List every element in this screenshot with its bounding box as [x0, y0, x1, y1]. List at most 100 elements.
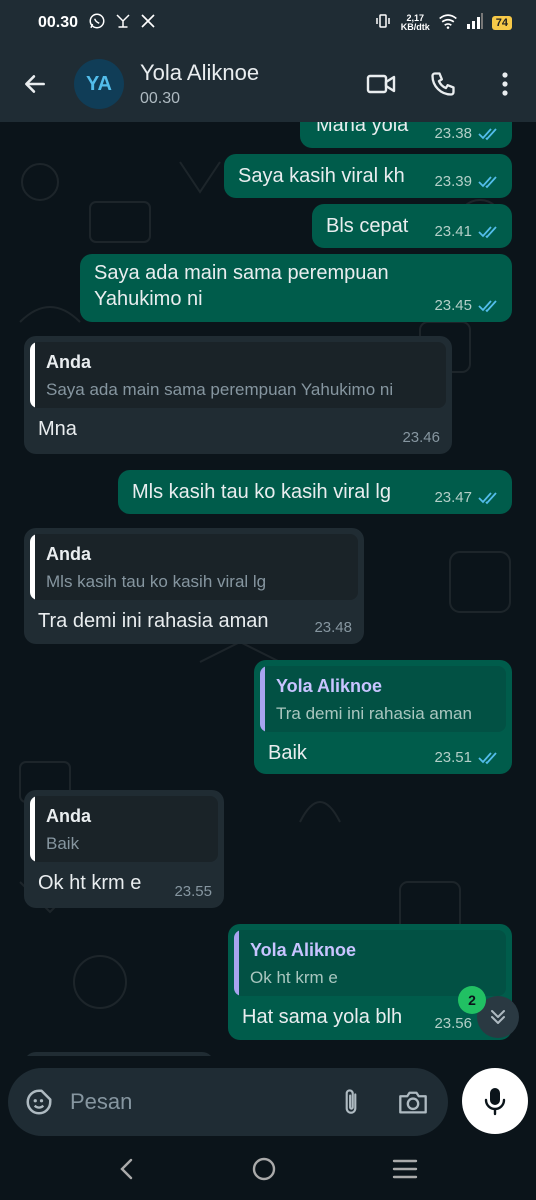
sticker-icon — [26, 1089, 52, 1115]
message-time: 23.55 — [174, 883, 212, 900]
message-time: 23.39 — [434, 173, 472, 190]
quoted-message[interactable]: Yola Aliknoe Ok ht krm e — [234, 930, 506, 996]
camera-button[interactable] — [382, 1089, 444, 1115]
message-bubble-outgoing[interactable]: Saya ada main sama perempuan Yahukimo ni… — [80, 254, 512, 322]
contact-name: Yola Aliknoe — [140, 60, 260, 85]
quote-bar — [234, 930, 239, 996]
chat-header: YA Yola Aliknoe 00.30 — [0, 46, 536, 122]
double-check-icon — [478, 127, 497, 140]
message-text: Bls cepat — [326, 215, 409, 237]
message-bubble-outgoing[interactable]: Saya kasih viral kh 23.39 — [224, 154, 512, 198]
status-bar: 00.30 2,17 KB/dtk 74 — [0, 0, 536, 46]
vibrate-icon — [373, 12, 393, 35]
message-time: 23.46 — [402, 429, 440, 446]
quote-text: Mls kasih tau ko kasih viral lg — [46, 572, 267, 591]
contact-info[interactable]: Yola Aliknoe 00.30 — [140, 60, 259, 108]
quoted-message[interactable]: Anda Baik — [30, 796, 218, 862]
video-call-button[interactable] — [350, 53, 412, 115]
message-input[interactable] — [70, 1089, 320, 1115]
quote-text: Baik — [46, 834, 80, 853]
message-meta: 23.46 — [402, 429, 440, 446]
back-arrow-icon — [25, 75, 45, 93]
battery-indicator: 74 — [491, 16, 512, 30]
message-bubble-incoming[interactable]: Anda Baik Ok ht krm e 23.55 — [24, 790, 224, 908]
network-speed: 2,17 KB/dtk — [401, 14, 430, 32]
message-text-line: Saya ada main sama perempuan — [94, 262, 389, 284]
double-check-icon — [478, 491, 497, 504]
quote-bar — [30, 342, 35, 408]
x-icon — [140, 13, 156, 34]
status-time: 00.30 — [38, 14, 79, 31]
message-bubble-outgoing[interactable]: Mana yola 23.38 — [300, 122, 512, 148]
double-check-icon — [478, 299, 497, 312]
message-bubble-outgoing[interactable]: Mls kasih tau ko kasih viral lg 23.47 — [118, 470, 512, 514]
mic-icon — [484, 1088, 506, 1116]
quote-bar — [30, 534, 35, 600]
double-check-icon — [478, 751, 497, 764]
wifi-icon — [438, 13, 458, 34]
message-text: Baik — [268, 742, 307, 764]
quote-text: Saya ada main sama perempuan Yahukimo ni — [46, 380, 394, 399]
quoted-message[interactable]: Yola Aliknoe Tra demi ini rahasia aman — [260, 666, 506, 732]
avatar[interactable]: YA — [74, 59, 124, 109]
quote-author: Anda — [46, 352, 91, 372]
quote-bar — [30, 796, 35, 862]
nav-back-icon — [119, 1158, 132, 1179]
system-navigation-bar — [0, 1142, 536, 1200]
message-meta: 23.38 — [434, 125, 500, 142]
message-text: Tra demi ini rahasia aman — [38, 610, 269, 632]
message-text: Mana yola — [316, 122, 409, 136]
message-composer — [8, 1068, 448, 1136]
nav-recents-button[interactable] — [392, 1158, 418, 1185]
quote-text: Tra demi ini rahasia aman — [276, 704, 472, 723]
camera-icon — [399, 1091, 427, 1114]
quote-author: Yola Aliknoe — [276, 676, 383, 696]
contact-status: 00.30 — [140, 90, 181, 107]
sticker-button[interactable] — [8, 1087, 70, 1117]
quote-author: Anda — [46, 806, 91, 826]
nav-menu-icon — [393, 1159, 418, 1178]
message-bubble-incoming[interactable]: Anda Mls kasih tau ko kasih viral lg Tra… — [24, 528, 364, 644]
signal-icon — [466, 12, 484, 34]
message-bubble-incoming[interactable] — [24, 1052, 214, 1056]
more-icon — [502, 72, 508, 96]
message-meta: 23.55 — [174, 883, 212, 900]
quote-author: Anda — [46, 544, 91, 564]
message-time: 23.38 — [434, 125, 472, 142]
quoted-message[interactable]: Anda Saya ada main sama perempuan Yahuki… — [30, 342, 446, 408]
message-text: Saya ada main sama perempuan Yahukimo ni — [94, 260, 389, 312]
back-button[interactable] — [0, 46, 70, 122]
message-bubble-incoming[interactable]: Anda Saya ada main sama perempuan Yahuki… — [24, 336, 452, 454]
message-list[interactable]: Mana yola 23.38 Saya kasih viral kh 23.3… — [0, 122, 536, 1056]
chevron-double-down-icon — [491, 1010, 505, 1024]
voice-call-button[interactable] — [412, 53, 474, 115]
nav-back-button[interactable] — [118, 1157, 136, 1186]
attach-button[interactable] — [320, 1087, 382, 1117]
message-bubble-outgoing[interactable]: Yola Aliknoe Tra demi ini rahasia aman B… — [254, 660, 512, 774]
message-text: Ok ht krm e — [38, 872, 142, 894]
attach-icon — [345, 1089, 357, 1114]
more-options-button[interactable] — [474, 53, 536, 115]
message-text: Hat sama yola blh — [242, 1006, 403, 1028]
message-time: 23.48 — [314, 619, 352, 636]
message-meta: 23.56 — [434, 1015, 472, 1032]
message-time: 23.51 — [434, 749, 472, 766]
message-time: 23.41 — [434, 223, 472, 240]
message-time: 23.45 — [434, 297, 472, 314]
message-meta: 23.48 — [314, 619, 352, 636]
quote-bar — [260, 666, 265, 732]
message-meta: 23.39 — [434, 173, 500, 190]
nav-home-button[interactable] — [251, 1156, 277, 1187]
voice-record-button[interactable] — [462, 1068, 528, 1134]
message-text: Mna — [38, 418, 77, 440]
message-bubble-outgoing[interactable]: Yola Aliknoe Ok ht krm e Hat sama yola b… — [228, 924, 512, 1040]
quote-text: Ok ht krm e — [250, 968, 338, 987]
message-bubble-outgoing[interactable]: Bls cepat 23.41 — [312, 204, 512, 248]
speed-unit: KB/dtk — [400, 22, 430, 32]
unread-count-badge: 2 — [458, 986, 486, 1014]
whatsapp-chat-screen: 00.30 2,17 KB/dtk 74 YA Yola Aliknoe 00.… — [0, 0, 536, 1200]
quoted-message[interactable]: Anda Mls kasih tau ko kasih viral lg — [30, 534, 358, 600]
video-call-icon — [366, 74, 396, 94]
double-check-icon — [478, 225, 497, 238]
message-meta: 23.41 — [434, 223, 500, 240]
